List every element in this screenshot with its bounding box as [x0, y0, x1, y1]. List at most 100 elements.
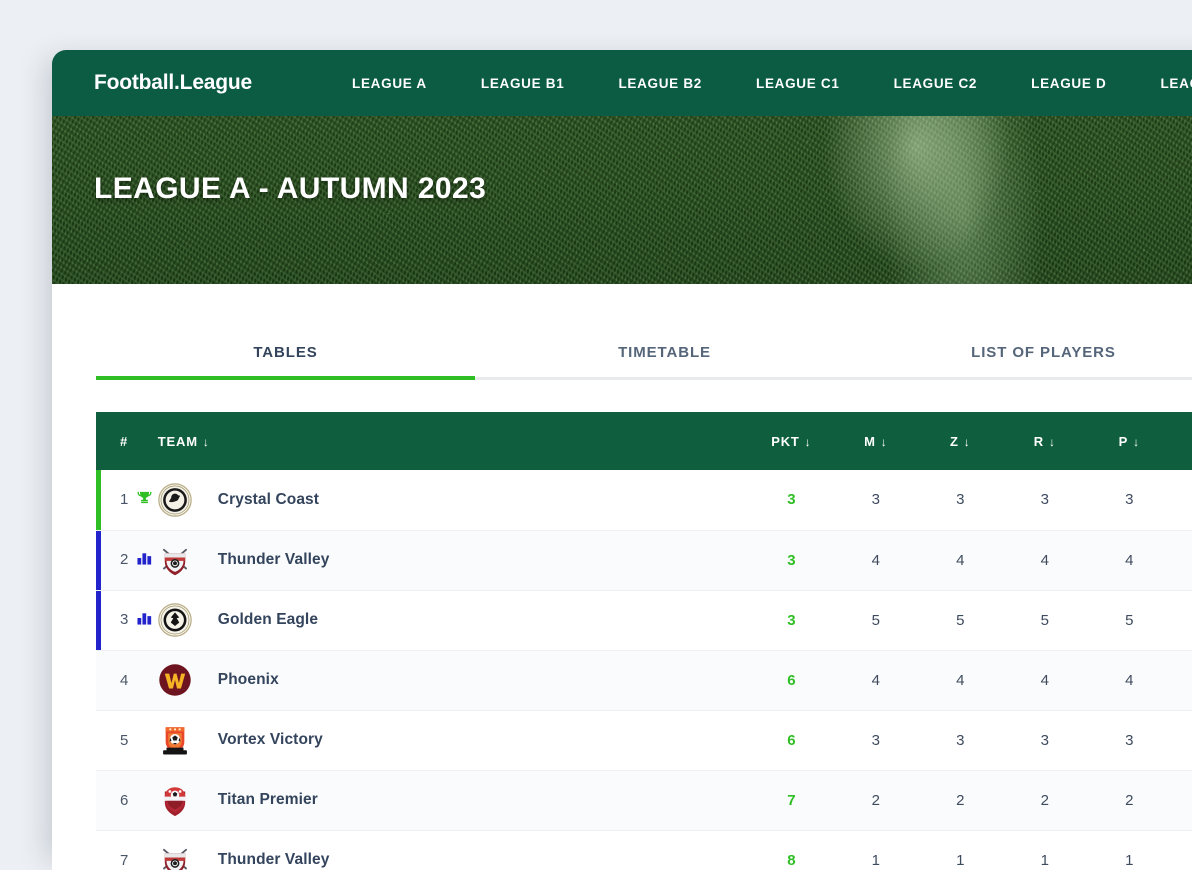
cell-m: 3 [834, 710, 918, 770]
team-logo-icon [158, 783, 192, 817]
sort-down-icon[interactable]: ↓ [203, 435, 210, 449]
table-row[interactable]: 2 Thunder Valley344444 [96, 530, 1192, 590]
nav-item-league-b1[interactable]: LEAGUE B1 [481, 76, 565, 91]
team-name[interactable]: Phoenix [218, 671, 279, 689]
column-header-m[interactable]: M↓ [834, 412, 918, 470]
cell-gz: 3 [1171, 710, 1192, 770]
cell-z: 4 [918, 650, 1002, 710]
table-row[interactable]: 1 Crystal Coast333333 [96, 470, 1192, 530]
column-header-gz[interactable]: GZ↓ [1171, 412, 1192, 470]
table-row[interactable]: 3 Golden Eagle355555 [96, 590, 1192, 650]
cell-team[interactable]: Vortex Victory [158, 710, 749, 770]
cell-team[interactable]: Golden Eagle [158, 590, 749, 650]
column-header-label: # [120, 434, 128, 449]
column-header-r[interactable]: R↓ [1003, 412, 1087, 470]
rank-number: 2 [120, 551, 128, 568]
cell-z: 3 [918, 710, 1002, 770]
cell-r: 2 [1003, 770, 1087, 830]
sort-down-icon[interactable]: ↓ [1133, 435, 1140, 449]
column-header-rank: # [96, 412, 158, 470]
cell-z: 5 [918, 590, 1002, 650]
nav-item-league-c1[interactable]: LEAGUE C1 [756, 76, 840, 91]
bar-chart-icon [137, 551, 152, 569]
cell-z: 4 [918, 530, 1002, 590]
cell-pkt: 6 [749, 710, 833, 770]
team-name[interactable]: Thunder Valley [218, 551, 330, 569]
column-header-label: M [864, 434, 876, 449]
cell-pkt: 6 [749, 650, 833, 710]
cell-team[interactable]: Titan Premier [158, 770, 749, 830]
table-head: #TEAM↓PKT↓M↓Z↓R↓P↓GZ↓ [96, 412, 1192, 470]
column-header-p[interactable]: P↓ [1087, 412, 1171, 470]
sort-down-icon[interactable]: ↓ [964, 435, 971, 449]
page-card: Football.League LEAGUE A LEAGUE B1 LEAGUE … [52, 50, 1192, 870]
cell-gz: 1 [1171, 830, 1192, 870]
cell-z: 1 [918, 830, 1002, 870]
cell-p: 4 [1087, 650, 1171, 710]
cell-rank: 6 [96, 770, 158, 830]
table-header-row: #TEAM↓PKT↓M↓Z↓R↓P↓GZ↓ [96, 412, 1192, 470]
rank-number: 5 [120, 732, 128, 749]
cell-p: 1 [1087, 830, 1171, 870]
cell-gz: 4 [1171, 650, 1192, 710]
page-title: LEAGUE A - AUTUMN 2023 [94, 172, 486, 206]
table-row[interactable]: 6 Titan Premier722222 [96, 770, 1192, 830]
tabs-section: TABLESTIMETABLELIST OF PLAYERS [52, 284, 1192, 380]
table-row[interactable]: 5 Vortex Victory633333 [96, 710, 1192, 770]
cell-p: 2 [1087, 770, 1171, 830]
sort-down-icon[interactable]: ↓ [881, 435, 888, 449]
cell-m: 4 [834, 530, 918, 590]
cell-pkt: 3 [749, 530, 833, 590]
trophy-icon [137, 490, 152, 509]
standings-table-section: #TEAM↓PKT↓M↓Z↓R↓P↓GZ↓ 1 Crystal Coast333… [52, 380, 1192, 870]
sort-down-icon[interactable]: ↓ [805, 435, 812, 449]
cell-rank: 7 [96, 830, 158, 870]
nav-item-league-c2[interactable]: LEAGUE C2 [894, 76, 978, 91]
team-name[interactable]: Crystal Coast [218, 491, 319, 509]
table-row[interactable]: 4 Phoenix644444 [96, 650, 1192, 710]
rank-number: 7 [120, 852, 128, 869]
team-logo-icon [158, 603, 192, 637]
table-row[interactable]: 7 Thunder Valley811111 [96, 830, 1192, 870]
column-header-label: R [1034, 434, 1044, 449]
column-header-pkt[interactable]: PKT↓ [749, 412, 833, 470]
nav-item-league-e[interactable]: LEAGUE E [1160, 76, 1192, 91]
team-logo-icon [158, 663, 192, 697]
cell-team[interactable]: Thunder Valley [158, 830, 749, 870]
column-header-team[interactable]: TEAM↓ [158, 412, 749, 470]
cell-team[interactable]: Phoenix [158, 650, 749, 710]
tab-list-of-players[interactable]: LIST OF PLAYERS [854, 344, 1192, 377]
rank-number: 4 [120, 672, 128, 689]
team-name[interactable]: Titan Premier [218, 791, 318, 809]
nav-item-league-d[interactable]: LEAGUE D [1031, 76, 1106, 91]
row-position-indicator-bar [96, 470, 101, 530]
nav-item-league-a[interactable]: LEAGUE A [352, 76, 427, 91]
cell-team[interactable]: Thunder Valley [158, 530, 749, 590]
cell-p: 4 [1087, 530, 1171, 590]
cell-pkt: 3 [749, 590, 833, 650]
tab-timetable[interactable]: TIMETABLE [475, 344, 854, 377]
cell-team[interactable]: Crystal Coast [158, 470, 749, 530]
cell-m: 2 [834, 770, 918, 830]
sort-down-icon[interactable]: ↓ [1049, 435, 1056, 449]
cell-z: 3 [918, 470, 1002, 530]
column-header-label: Z [950, 434, 959, 449]
column-header-z[interactable]: Z↓ [918, 412, 1002, 470]
rank-number: 6 [120, 792, 128, 809]
cell-gz: 5 [1171, 590, 1192, 650]
cell-rank: 2 [96, 530, 158, 590]
brand-logo[interactable]: Football.League [94, 71, 252, 95]
team-name[interactable]: Vortex Victory [218, 731, 323, 749]
nav-item-league-b2[interactable]: LEAGUE B2 [618, 76, 702, 91]
tab-list: TABLESTIMETABLELIST OF PLAYERS [96, 344, 1192, 380]
hero-banner: LEAGUE A - AUTUMN 2023 [52, 116, 1192, 284]
cell-z: 2 [918, 770, 1002, 830]
rank-number: 1 [120, 491, 128, 508]
team-name[interactable]: Thunder Valley [218, 851, 330, 869]
cell-p: 3 [1087, 710, 1171, 770]
row-position-indicator-bar [96, 591, 101, 650]
cell-gz: 4 [1171, 530, 1192, 590]
team-name[interactable]: Golden Eagle [218, 611, 318, 629]
tab-tables[interactable]: TABLES [96, 344, 475, 377]
cell-gz: 2 [1171, 770, 1192, 830]
